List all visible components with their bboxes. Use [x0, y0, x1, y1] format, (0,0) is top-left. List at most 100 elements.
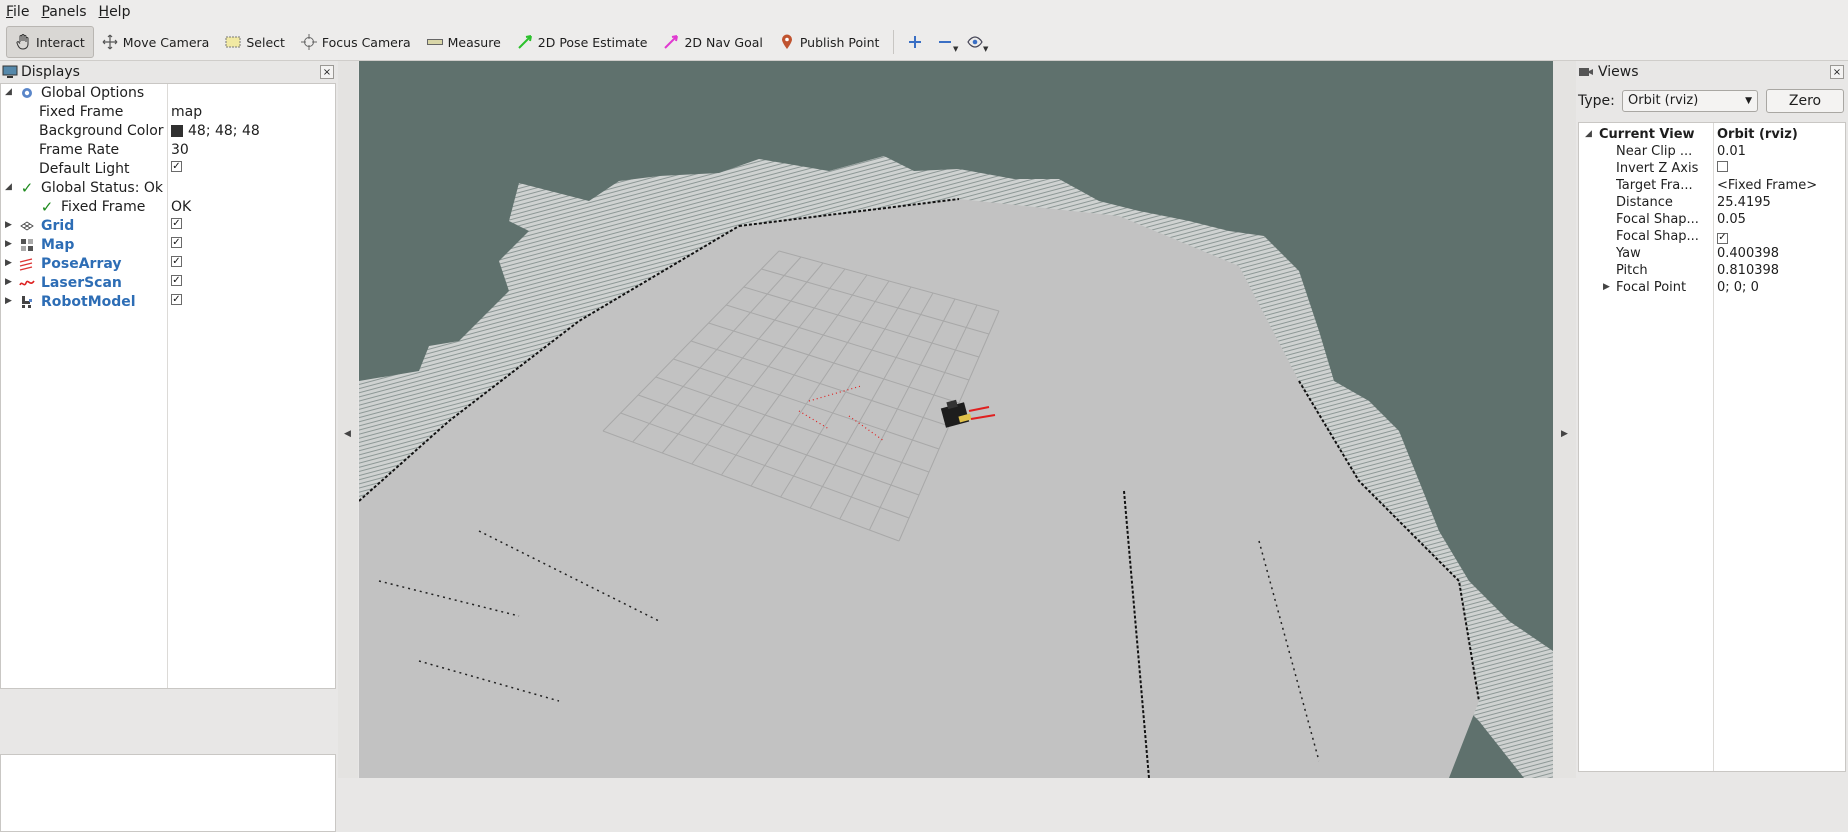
tree-row-focal-point[interactable]: ▶ Focal Point 0; 0; 0 [1579, 280, 1845, 297]
collapse-left-arrow-icon[interactable]: ◀ [344, 429, 351, 439]
robot-model-icon [19, 294, 35, 310]
tree-row-status-fixed-frame[interactable]: ✓ Fixed Frame OK [1, 198, 335, 217]
expand-arrow-icon[interactable]: ▶ [5, 239, 15, 249]
tree-row-distance[interactable]: Distance 25.4195 [1579, 195, 1845, 212]
yaw-value[interactable]: 0.400398 [1717, 246, 1779, 261]
camera-icon [1579, 68, 1593, 76]
expand-arrow-icon[interactable]: ▶ [5, 277, 15, 287]
tree-row-laser-scan[interactable]: ▶ LaserScan ✓ [1, 274, 335, 293]
focal-shape-size-value[interactable]: 0.05 [1717, 212, 1746, 227]
fixed-frame-label: Fixed Frame [39, 104, 124, 120]
frame-rate-value[interactable]: 30 [171, 142, 189, 158]
add-tool-button[interactable] [900, 27, 930, 57]
frame-rate-label: Frame Rate [39, 142, 120, 158]
background-color-label: Background Color [39, 123, 164, 139]
checkmark-icon: ✓ [40, 198, 54, 216]
move-arrows-icon [102, 34, 118, 50]
expand-arrow-icon[interactable]: ▶ [1603, 282, 1610, 292]
interact-label: Interact [36, 34, 85, 50]
background-color-value[interactable]: 48; 48; 48 [171, 123, 260, 139]
select-tool-button[interactable]: Select [217, 27, 293, 57]
chevron-down-icon: ▼ [1745, 96, 1752, 106]
menu-panels[interactable]: Panels [35, 0, 92, 24]
map-pin-icon [779, 34, 795, 50]
tree-row-robot-model[interactable]: ▶ RobotModel ✓ [1, 293, 335, 312]
focal-point-value[interactable]: 0; 0; 0 [1717, 280, 1759, 295]
expand-arrow-icon[interactable]: ▶ [5, 258, 15, 268]
2d-pose-estimate-tool-button[interactable]: 2D Pose Estimate [509, 27, 656, 57]
menu-file[interactable]: File [0, 0, 35, 24]
tree-row-invert-z[interactable]: Invert Z Axis [1579, 161, 1845, 178]
left-panel-splitter[interactable]: ◀ [338, 61, 358, 778]
displays-panel-header: Displays × [0, 61, 338, 83]
menu-help[interactable]: Help [93, 0, 137, 24]
displays-close-button[interactable]: × [320, 65, 334, 79]
select-label: Select [246, 34, 285, 50]
near-clip-value[interactable]: 0.01 [1717, 144, 1746, 159]
expand-arrow-icon[interactable]: ◢ [5, 182, 15, 192]
checkmark-icon: ✓ [20, 179, 34, 197]
tree-row-frame-rate[interactable]: Frame Rate 30 [1, 141, 335, 160]
expand-arrow-icon[interactable]: ▶ [5, 220, 15, 230]
displays-tree: ◢ Global Options Fixed Frame map Backgro… [0, 83, 336, 689]
tree-row-grid[interactable]: ▶ Grid ✓ [1, 217, 335, 236]
pose-array-checkbox[interactable]: ✓ [171, 256, 182, 267]
move-camera-tool-button[interactable]: Move Camera [94, 27, 218, 57]
tool-visibility-button[interactable]: ▼ [960, 27, 990, 57]
crosshair-icon [300, 34, 317, 50]
collapse-right-arrow-icon[interactable]: ▶ [1561, 429, 1568, 439]
grid-icon [19, 218, 35, 234]
distance-value[interactable]: 25.4195 [1717, 195, 1771, 210]
tree-row-pitch[interactable]: Pitch 0.810398 [1579, 263, 1845, 280]
plus-icon [909, 36, 922, 48]
fixed-frame-value[interactable]: map [171, 104, 202, 120]
interact-tool-button[interactable]: Interact [6, 26, 94, 58]
view-type-value: Orbit (rviz) [1628, 93, 1699, 108]
focal-shape-fixed-label: Focal Shap... [1616, 229, 1699, 244]
measure-tool-button[interactable]: Measure [419, 27, 509, 57]
zero-button[interactable]: Zero [1766, 89, 1844, 113]
target-frame-value[interactable]: <Fixed Frame> [1717, 178, 1817, 193]
remove-tool-button[interactable]: ▼ [930, 27, 960, 57]
grid-label: Grid [41, 218, 75, 234]
map-checkbox[interactable]: ✓ [171, 237, 182, 248]
tree-row-default-light[interactable]: Default Light ✓ [1, 160, 335, 179]
tree-row-yaw[interactable]: Yaw 0.400398 [1579, 246, 1845, 263]
focal-shape-fixed-checkbox[interactable]: ✓ [1717, 232, 1728, 244]
ruler-icon [426, 34, 443, 50]
map-label: Map [41, 237, 75, 253]
views-panel-header: Views × [1576, 61, 1848, 83]
views-close-button[interactable]: × [1830, 65, 1844, 79]
right-panel-splitter[interactable]: ▶ [1553, 61, 1576, 778]
view-type-select[interactable]: Orbit (rviz) ▼ [1622, 90, 1758, 112]
default-light-checkbox[interactable]: ✓ [171, 161, 182, 172]
3d-render-viewport[interactable] [359, 61, 1553, 778]
expand-arrow-icon[interactable]: ▶ [5, 296, 15, 306]
tree-row-near-clip[interactable]: Near Clip ... 0.01 [1579, 144, 1845, 161]
tree-row-target-frame[interactable]: Target Fra... <Fixed Frame> [1579, 178, 1845, 195]
tree-row-focal-shape-fixed[interactable]: Focal Shap... ✓ [1579, 229, 1845, 246]
tree-row-focal-shape-size[interactable]: Focal Shap... 0.05 [1579, 212, 1845, 229]
grid-checkbox[interactable]: ✓ [171, 218, 182, 229]
focus-camera-tool-button[interactable]: Focus Camera [293, 27, 419, 57]
publish-point-label: Publish Point [799, 34, 880, 50]
publish-point-tool-button[interactable]: Publish Point [771, 27, 888, 57]
hand-icon [15, 34, 31, 50]
background-color-text: 48; 48; 48 [188, 123, 260, 139]
tree-row-pose-array[interactable]: ▶ PoseArray ✓ [1, 255, 335, 274]
expand-arrow-icon[interactable]: ◢ [5, 87, 15, 97]
2d-nav-goal-tool-button[interactable]: 2D Nav Goal [655, 27, 770, 57]
tree-row-global-options[interactable]: ◢ Global Options [1, 84, 335, 103]
tree-row-map[interactable]: ▶ Map ✓ [1, 236, 335, 255]
laser-scan-checkbox[interactable]: ✓ [171, 275, 182, 286]
green-arrow-icon [517, 34, 533, 50]
tree-row-background-color[interactable]: Background Color 48; 48; 48 [1, 122, 335, 141]
tree-row-global-status[interactable]: ◢ ✓ Global Status: Ok [1, 179, 335, 198]
robot-model-checkbox[interactable]: ✓ [171, 294, 182, 305]
tree-row-fixed-frame[interactable]: Fixed Frame map [1, 103, 335, 122]
invert-z-checkbox[interactable] [1717, 161, 1728, 172]
pitch-value[interactable]: 0.810398 [1717, 263, 1779, 278]
expand-arrow-icon[interactable]: ◢ [1585, 129, 1592, 139]
robot-model-label: RobotModel [41, 294, 136, 310]
tree-row-current-view[interactable]: ◢ Current View Orbit (rviz) [1579, 127, 1845, 144]
